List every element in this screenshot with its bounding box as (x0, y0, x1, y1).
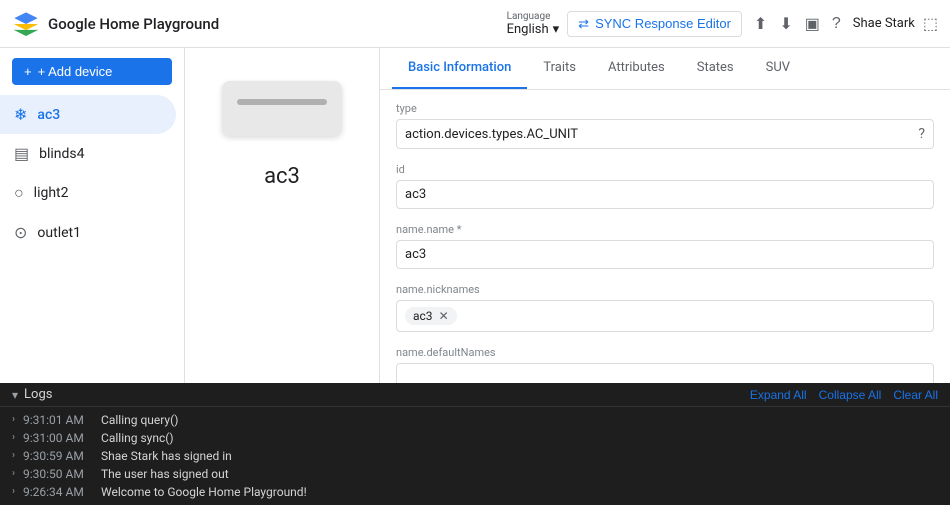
light-icon: ○ (14, 183, 24, 203)
log-entry: › 9:31:00 AM Calling sync() (12, 429, 938, 447)
type-field-value: action.devices.types.AC_UNIT ? (396, 119, 934, 149)
logs-header[interactable]: ▾ Logs Expand All Collapse All Clear All (0, 383, 950, 407)
device-image-container (217, 68, 347, 148)
sync-icon: ⇄ (578, 16, 589, 32)
export-icon-button[interactable]: ⬆ (754, 14, 767, 34)
logs-actions: Expand All Collapse All Clear All (750, 388, 938, 402)
type-field-label: type (396, 102, 934, 115)
nicknames-field-label: name.nicknames (396, 283, 934, 296)
tab-suv[interactable]: SUV (750, 48, 806, 89)
nickname-chip: ac3 ✕ (405, 307, 457, 325)
language-label: Language (507, 11, 551, 22)
log-message: The user has signed out (101, 467, 229, 481)
main-content: + + Add device ❄ ac3 ▤ blinds4 ○ light2 … (0, 48, 950, 383)
log-time: 9:30:50 AM (23, 467, 93, 481)
default-names-field-group: name.defaultNames (396, 346, 934, 383)
chevron-icon: › (12, 450, 15, 461)
chevron-down-icon: ▾ (12, 388, 18, 402)
name-field-value[interactable]: ac3 (396, 240, 934, 269)
app-title: Google Home Playground (48, 15, 219, 33)
id-field-label: id (396, 163, 934, 176)
name-field-label: name.name * (396, 223, 934, 236)
log-message: Calling query() (101, 413, 178, 427)
signout-button[interactable]: ⬚ (923, 14, 938, 34)
chevron-icon: › (12, 414, 15, 425)
sidebar-item-light2[interactable]: ○ light2 (0, 173, 184, 213)
snowflake-icon: ❄ (14, 105, 27, 124)
expand-all-button[interactable]: Expand All (750, 388, 807, 402)
add-device-button[interactable]: + + Add device (12, 58, 172, 85)
collapse-all-button[interactable]: Collapse All (819, 388, 882, 402)
type-field-group: type action.devices.types.AC_UNIT ? (396, 102, 934, 149)
log-message: Calling sync() (101, 431, 174, 445)
tab-traits[interactable]: Traits (527, 48, 592, 89)
app-logo: Google Home Playground (12, 10, 219, 38)
tab-basic-information[interactable]: Basic Information (392, 48, 527, 89)
device-info-panel: Basic Information Traits Attributes Stat… (380, 48, 950, 383)
log-entry: › 9:26:34 AM Welcome to Google Home Play… (12, 483, 938, 501)
sidebar-item-ac3[interactable]: ❄ ac3 (0, 95, 176, 134)
chevron-icon: › (12, 468, 15, 479)
tab-attributes[interactable]: Attributes (592, 48, 681, 89)
id-field-group: id ac3 (396, 163, 934, 209)
log-entry: › 9:30:59 AM Shae Stark has signed in (12, 447, 938, 465)
sidebar-item-outlet1[interactable]: ⊙ outlet1 (0, 213, 184, 252)
log-time: 9:26:34 AM (23, 485, 93, 499)
log-time: 9:31:01 AM (23, 413, 93, 427)
sidebar-item-blinds4[interactable]: ▤ blinds4 (0, 134, 184, 173)
tab-states[interactable]: States (681, 48, 750, 89)
log-entries-list: › 9:31:01 AM Calling query() › 9:31:00 A… (0, 407, 950, 505)
remove-nickname-button[interactable]: ✕ (439, 309, 449, 323)
logs-section: ▾ Logs Expand All Collapse All Clear All… (0, 383, 950, 505)
default-names-field-value[interactable] (396, 363, 934, 383)
user-info: Shae Stark (853, 16, 915, 31)
chevron-icon: › (12, 432, 15, 443)
google-home-logo-icon (12, 10, 40, 38)
chevron-icon: › (12, 486, 15, 497)
nicknames-field-value[interactable]: ac3 ✕ (396, 300, 934, 332)
topbar-icon-group: ⬆ ⬇ ▣ ? (754, 14, 841, 34)
tabs-bar: Basic Information Traits Attributes Stat… (380, 48, 950, 90)
name-field-group: name.name * ac3 (396, 223, 934, 269)
ac-unit-image (222, 81, 342, 136)
bookmarks-icon-button[interactable]: ▣ (805, 14, 820, 34)
default-names-field-label: name.defaultNames (396, 346, 934, 359)
language-selector[interactable]: Language English ▾ (507, 11, 560, 37)
nicknames-field-group: name.nicknames ac3 ✕ (396, 283, 934, 332)
blinds-icon: ▤ (14, 144, 29, 163)
device-visual-panel: ac3 (185, 48, 380, 383)
log-time: 9:31:00 AM (23, 431, 93, 445)
id-field-value: ac3 (396, 180, 934, 209)
sync-response-editor-button[interactable]: ⇄ SYNC Response Editor (567, 11, 742, 37)
language-dropdown[interactable]: English ▾ (507, 22, 560, 37)
download-icon-button[interactable]: ⬇ (779, 14, 792, 34)
plus-icon: + (24, 64, 32, 79)
clear-all-button[interactable]: Clear All (893, 388, 938, 402)
basic-info-content: type action.devices.types.AC_UNIT ? id a… (380, 90, 950, 383)
outlet-icon: ⊙ (14, 223, 27, 242)
device-list-sidebar: + + Add device ❄ ac3 ▤ blinds4 ○ light2 … (0, 48, 185, 383)
logs-title: Logs (24, 387, 52, 402)
log-entry: › 9:31:01 AM Calling query() (12, 411, 938, 429)
topbar: Google Home Playground Language English … (0, 0, 950, 48)
log-message: Shae Stark has signed in (101, 449, 232, 463)
device-display-name: ac3 (264, 164, 300, 189)
chevron-down-icon: ▾ (553, 22, 560, 37)
log-time: 9:30:59 AM (23, 449, 93, 463)
help-icon-button[interactable]: ? (832, 15, 841, 33)
help-circle-icon[interactable]: ? (918, 126, 925, 142)
user-name: Shae Stark (853, 16, 915, 31)
log-entry: › 9:30:50 AM The user has signed out (12, 465, 938, 483)
log-message: Welcome to Google Home Playground! (101, 485, 307, 499)
